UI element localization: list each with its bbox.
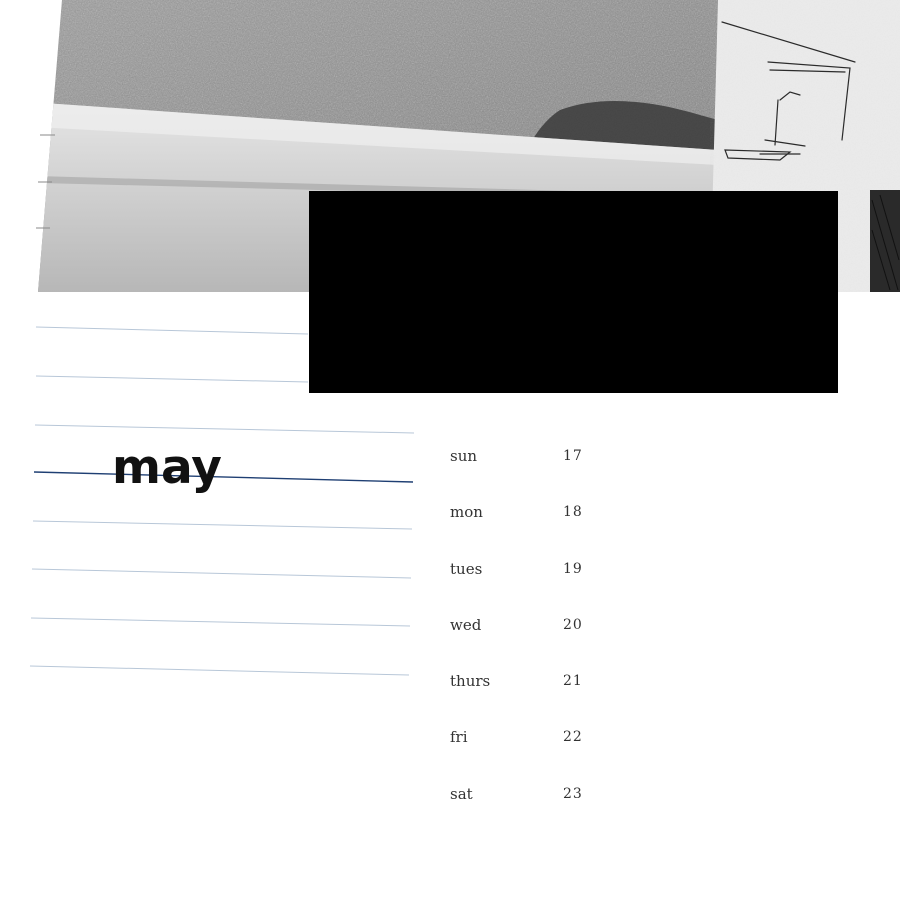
day-date: 20 <box>563 616 583 633</box>
day-row: mon 18 <box>450 503 650 559</box>
day-date: 21 <box>563 673 583 690</box>
day-date: 22 <box>563 729 583 746</box>
rule-line <box>35 375 309 383</box>
accent-rule-line <box>33 471 414 483</box>
rule-line <box>31 568 412 579</box>
week-list: sun 17 mon 18 tues 19 wed 20 thurs 21 fr… <box>450 447 650 841</box>
day-date: 17 <box>563 448 583 464</box>
day-name: sat <box>450 784 473 803</box>
day-name: sun <box>450 447 478 465</box>
day-row: thurs 21 <box>450 672 650 728</box>
day-date: 19 <box>563 560 583 577</box>
rule-line <box>29 665 410 676</box>
day-row: wed 20 <box>450 616 650 672</box>
rule-line <box>30 617 411 627</box>
day-row: sun 17 <box>450 447 650 503</box>
redaction-block <box>309 191 838 393</box>
rule-line <box>34 424 415 434</box>
day-date: 18 <box>563 504 583 521</box>
rule-line <box>35 326 309 335</box>
day-name: fri <box>450 728 468 747</box>
day-name: wed <box>450 615 482 634</box>
day-row: tues 19 <box>450 560 650 616</box>
rule-line <box>32 520 413 530</box>
day-row: fri 22 <box>450 728 650 784</box>
month-title: may <box>112 440 222 495</box>
day-name: thurs <box>450 672 491 691</box>
day-name: mon <box>450 503 483 522</box>
day-name: tues <box>450 559 483 578</box>
day-date: 23 <box>563 785 583 802</box>
day-row: sat 23 <box>450 785 650 841</box>
calendar-page: may sun 17 mon 18 tues 19 wed 20 thurs 2… <box>0 0 900 900</box>
